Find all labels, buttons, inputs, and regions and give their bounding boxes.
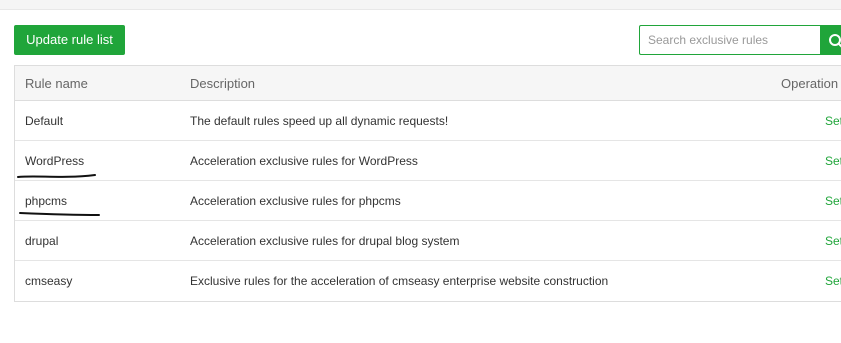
rules-table: Rule name Description Operation Default … bbox=[14, 65, 841, 302]
top-strip bbox=[0, 0, 841, 10]
set-link[interactable]: Set bbox=[825, 114, 841, 128]
rule-name: cmseasy bbox=[25, 274, 73, 288]
table-row: WordPress Acceleration exclusive rules f… bbox=[15, 141, 841, 181]
rule-description: Exclusive rules for the acceleration of … bbox=[190, 274, 609, 288]
rule-description: Acceleration exclusive rules for phpcms bbox=[190, 193, 401, 208]
set-link[interactable]: Set bbox=[825, 234, 841, 248]
table-header: Rule name Description Operation bbox=[15, 66, 841, 101]
rule-name: phpcms bbox=[25, 193, 68, 208]
search-icon bbox=[829, 34, 841, 48]
search-button[interactable] bbox=[820, 25, 841, 55]
update-rule-list-button[interactable]: Update rule list bbox=[14, 25, 125, 55]
rule-name: drupal bbox=[25, 233, 59, 248]
set-link[interactable]: Set bbox=[825, 194, 841, 208]
table-row: drupal Acceleration exclusive rules for … bbox=[15, 221, 841, 261]
header-rule-name: Rule name bbox=[25, 75, 88, 91]
set-link[interactable]: Set bbox=[825, 154, 841, 168]
table-row: phpcms Acceleration exclusive rules for … bbox=[15, 181, 841, 221]
rule-name: WordPress bbox=[25, 153, 85, 168]
rule-description: Acceleration exclusive rules for WordPre… bbox=[190, 153, 418, 168]
rule-name: Default bbox=[25, 113, 64, 128]
rule-description: Acceleration exclusive rules for drupal … bbox=[190, 233, 460, 248]
search-input[interactable] bbox=[639, 25, 820, 55]
search-box bbox=[639, 25, 841, 55]
rule-description: The default rules speed up all dynamic r… bbox=[190, 113, 449, 128]
table-row: cmseasy Exclusive rules for the accelera… bbox=[15, 261, 841, 301]
table-row: Default The default rules speed up all d… bbox=[15, 101, 841, 141]
header-operation: Operation bbox=[781, 75, 839, 91]
set-link[interactable]: Set bbox=[825, 274, 841, 288]
header-description: Description bbox=[190, 75, 256, 91]
